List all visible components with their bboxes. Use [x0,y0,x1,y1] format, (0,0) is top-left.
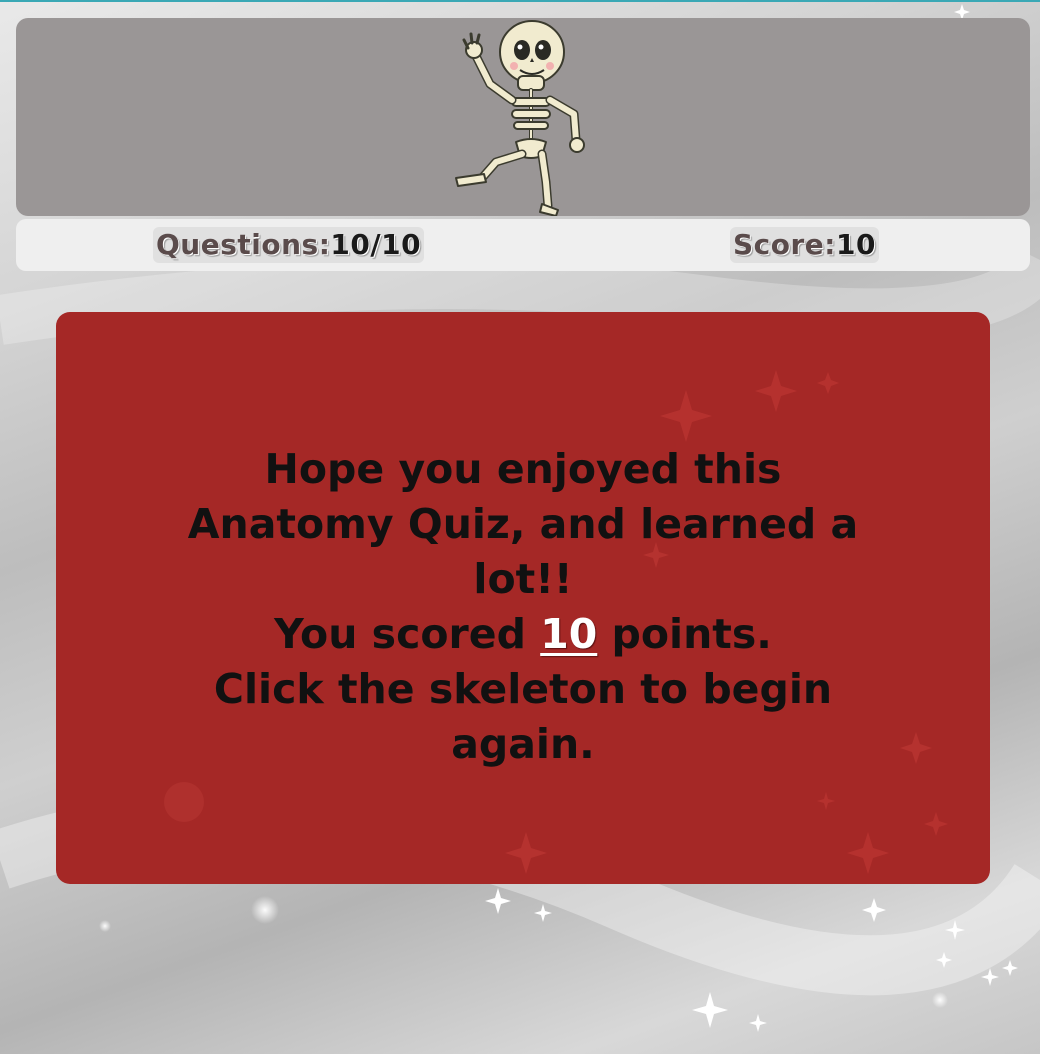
status-bar: Questions:10/10 Score:10 [16,219,1030,271]
scored-prefix: You scored [274,610,541,658]
restart-instruction: Click the skeleton to begin again. [213,665,833,768]
dancing-skeleton-icon [455,20,585,217]
final-score: 10 [540,610,598,658]
scored-suffix: points. [597,610,772,658]
score-label: Score: [733,228,836,261]
quiz-page: { "status": { "questions_label": "Questi… [0,0,1040,1054]
score-counter: Score:10 [730,227,879,263]
result-message: Hope you enjoyed this Anatomy Quiz, and … [56,442,990,772]
questions-counter: Questions:10/10 [153,227,425,263]
result-message-card: Hope you enjoyed this Anatomy Quiz, and … [56,312,990,884]
questions-label: Questions: [156,228,331,261]
intro-text: Hope you enjoyed this Anatomy Quiz, and … [187,445,859,603]
score-value: 10 [836,228,876,261]
questions-value: 10/10 [330,228,422,261]
score-sentence: You scored 10 points. [56,607,990,662]
skeleton-restart-button[interactable] [446,18,594,217]
